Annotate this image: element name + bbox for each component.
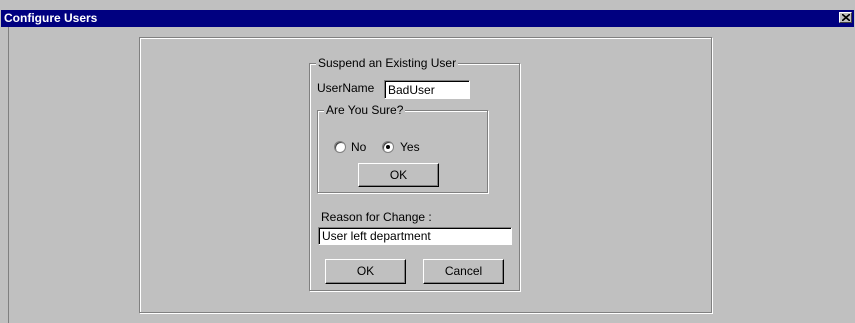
username-field[interactable] [384, 80, 470, 99]
reason-field[interactable] [318, 227, 512, 245]
ok-button[interactable]: OK [325, 259, 406, 284]
close-icon [842, 14, 850, 21]
radio-option-no[interactable]: No [334, 140, 378, 154]
content-panel: Suspend an Existing User UserName Are Yo… [139, 37, 712, 313]
radio-no-label: No [351, 140, 367, 154]
title-bar[interactable]: Configure Users [1, 10, 854, 27]
reason-label: Reason for Change : [321, 210, 432, 224]
window-title: Configure Users [4, 11, 98, 25]
configure-users-window: Configure Users Suspend an Existing User… [0, 0, 855, 323]
cancel-button[interactable]: Cancel [423, 259, 504, 284]
are-you-sure-legend: Are You Sure? [324, 103, 406, 117]
radio-no[interactable] [334, 141, 346, 153]
radio-yes[interactable] [382, 141, 394, 153]
radio-yes-label: Yes [400, 140, 420, 154]
suspend-user-legend: Suspend an Existing User [316, 56, 459, 70]
confirm-ok-button[interactable]: OK [358, 163, 439, 187]
username-label: UserName [317, 81, 375, 95]
radio-option-yes[interactable]: Yes [382, 140, 432, 154]
suspend-user-group: Suspend an Existing User UserName Are Yo… [309, 56, 520, 291]
close-button[interactable] [839, 12, 852, 23]
are-you-sure-group: Are You Sure? No Yes OK [317, 103, 488, 193]
